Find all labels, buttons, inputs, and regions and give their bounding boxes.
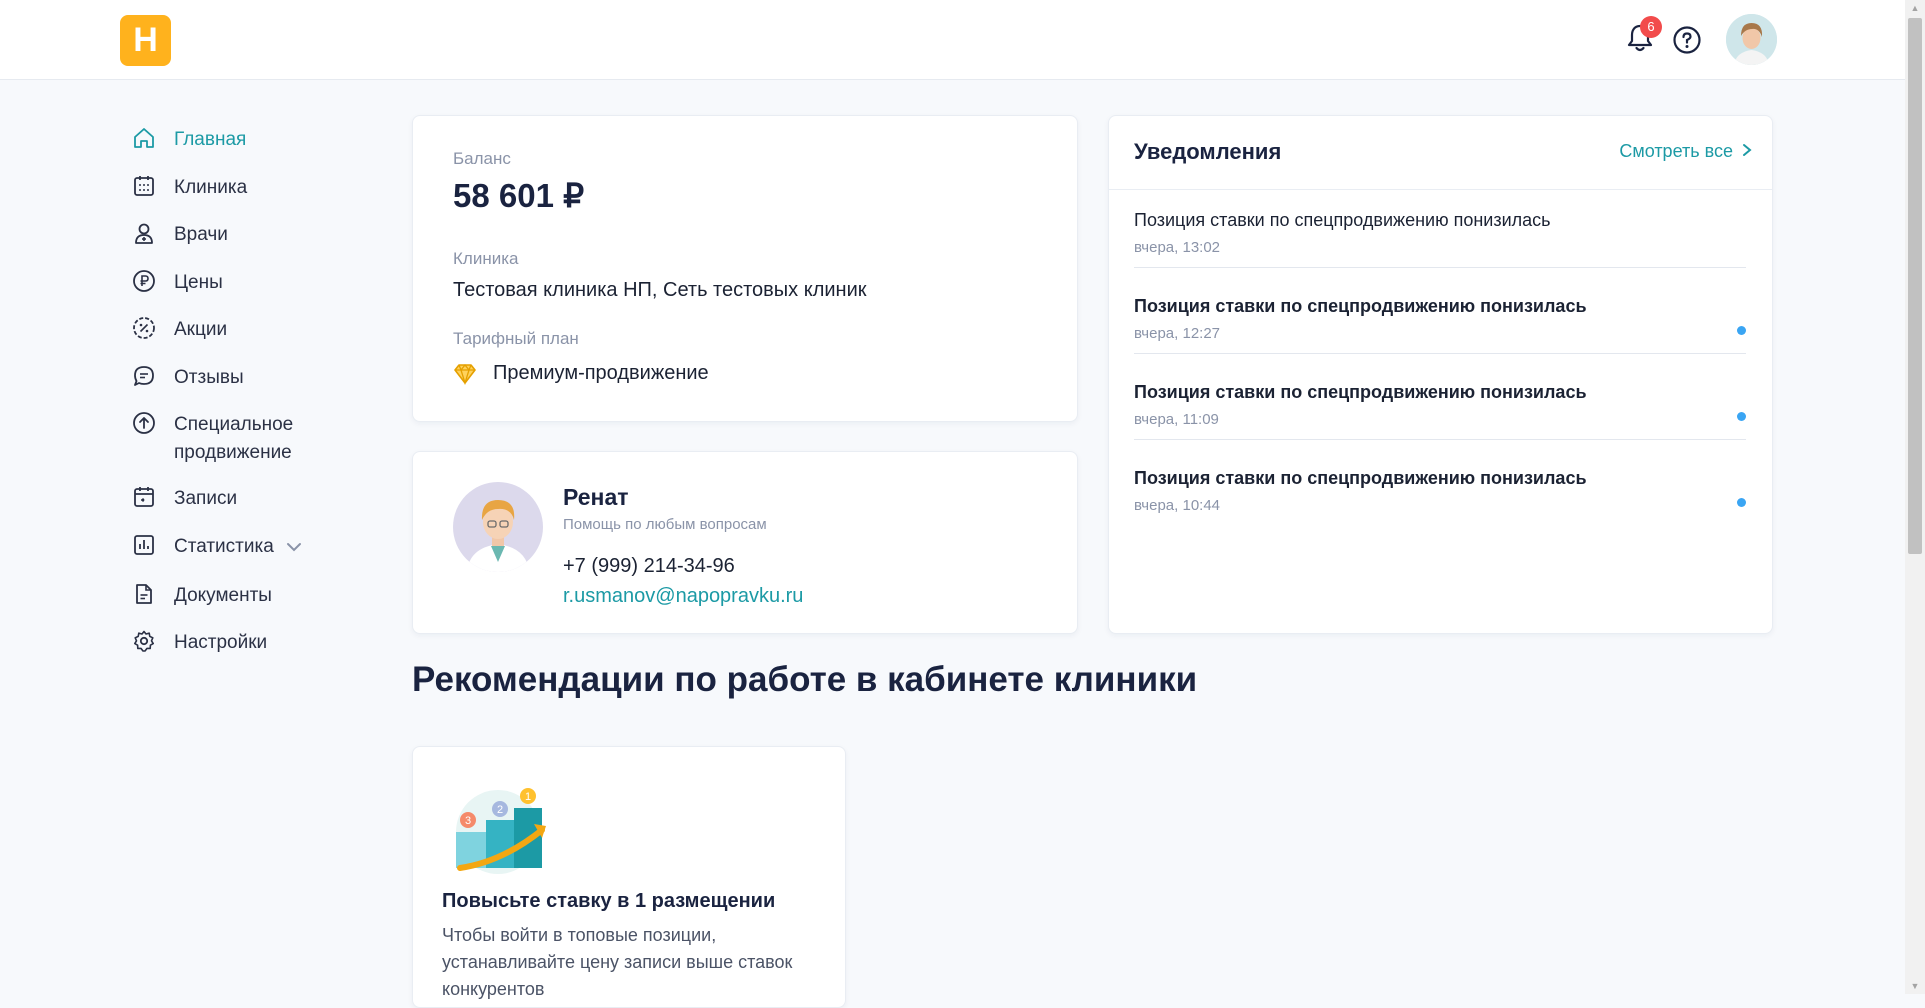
sidebar-item-label: Настройки	[174, 632, 268, 653]
clinic-icon	[134, 176, 154, 196]
chevron-down-icon[interactable]	[286, 541, 302, 553]
sidebar-item-prices[interactable]: Цены	[132, 269, 362, 297]
rank-label: 1	[525, 791, 531, 803]
top-bar: H 6	[0, 0, 1905, 80]
sidebar-item-label: Главная	[174, 129, 247, 150]
notification-text: Позиция ставки по спецпродвижению понизи…	[1134, 468, 1587, 488]
chat-icon	[134, 366, 154, 386]
sidebar-item-label: Акции	[174, 319, 228, 340]
sidebar-item-label: Врачи	[174, 224, 228, 245]
document-icon	[136, 584, 152, 604]
sidebar-item-promotions[interactable]: Акции	[132, 316, 362, 344]
rank-label: 3	[465, 815, 471, 827]
arrow-up-circle-icon	[133, 412, 155, 434]
notification-text: Позиция ставки по спецпродвижению понизи…	[1134, 296, 1587, 316]
notification-separator	[1134, 267, 1746, 268]
unread-dot	[1737, 326, 1746, 335]
sidebar-item-clinic[interactable]: Клиника	[132, 174, 362, 202]
notification-time: вчера, 12:27	[1134, 325, 1221, 342]
manager-phone[interactable]: +7 (999) 214-34-96	[563, 555, 735, 578]
sidebar-item-settings[interactable]: Настройки	[132, 629, 362, 657]
gear-icon	[134, 630, 154, 652]
notification-time: вчера, 13:02	[1134, 239, 1221, 256]
page-scrollbar[interactable]: ▲ ▼	[1905, 0, 1925, 994]
help-icon[interactable]	[1672, 25, 1702, 55]
rank-label: 2	[497, 804, 503, 816]
plan-label: Тарифный план	[453, 329, 579, 348]
recommendation-title: Повысьте ставку в 1 размещении	[442, 890, 776, 912]
manager-avatar	[453, 482, 543, 572]
unread-dot	[1737, 498, 1746, 507]
sidebar-item-label: Документы	[174, 585, 272, 606]
balance-card: Баланс 58 601 ₽ Клиника Тестовая клиника…	[412, 115, 1078, 422]
sidebar-item-appointments[interactable]: Записи	[132, 485, 362, 513]
clinic-value: Тестовая клиника НП, Сеть тестовых клини…	[453, 279, 867, 301]
chart-icon	[134, 535, 154, 555]
manager-email-link[interactable]: r.usmanov@napopravku.ru	[563, 585, 803, 608]
recommendations-title: Рекомендации по работе в кабинете клиник…	[412, 660, 1198, 699]
notification-item[interactable]: Позиция ставки по спецпродвижению понизи…	[1134, 382, 1746, 468]
notification-item[interactable]: Позиция ставки по спецпродвижению понизи…	[1134, 468, 1746, 554]
notification-text: Позиция ставки по спецпродвижению понизи…	[1134, 382, 1587, 402]
sidebar-item-statistics[interactable]: Статистика	[132, 533, 362, 561]
app-logo[interactable]: H	[120, 15, 171, 66]
sidebar-item-label: Цены	[174, 272, 223, 293]
notifications-card: Уведомления Смотреть все Позиция ставки …	[1108, 115, 1773, 634]
doctor-icon	[135, 223, 153, 244]
sidebar-item-doctors[interactable]: Врачи	[132, 221, 362, 249]
manager-card: Ренат Помощь по любым вопросам +7 (999) …	[412, 451, 1078, 634]
diamond-icon	[454, 363, 476, 385]
notification-item[interactable]: Позиция ставки по спецпродвижению понизи…	[1134, 210, 1746, 296]
scroll-up-icon[interactable]: ▲	[1905, 0, 1925, 16]
notification-separator	[1134, 353, 1746, 354]
user-avatar[interactable]	[1726, 14, 1777, 65]
notification-time: вчера, 11:09	[1134, 411, 1219, 428]
home-icon	[134, 128, 154, 148]
notification-item[interactable]: Позиция ставки по спецпродвижению понизи…	[1134, 296, 1746, 382]
notifications-divider	[1109, 189, 1772, 190]
clinic-label: Клиника	[453, 249, 519, 268]
notification-text: Позиция ставки по спецпродвижению понизи…	[1134, 210, 1551, 230]
notification-separator	[1134, 439, 1746, 440]
sidebar-item-label: Записи	[174, 488, 238, 509]
balance-label: Баланс	[453, 149, 511, 168]
view-all-label: Смотреть все	[1619, 141, 1733, 161]
view-all-link[interactable]: Смотреть все	[1619, 141, 1752, 162]
recommendation-text: Чтобы войти в топовые позиции, устанавли…	[442, 925, 793, 999]
recommendation-card[interactable]: 3 2 1 Повысьте ставку в 1 размещении Что…	[412, 746, 846, 1008]
ruble-icon	[133, 270, 155, 292]
sidebar-item-documents[interactable]: Документы	[132, 582, 362, 610]
sidebar-item-label: Отзывы	[174, 367, 244, 388]
percent-icon	[133, 317, 155, 339]
sidebar-item-label: Статистика	[174, 536, 274, 557]
sidebar-item-home[interactable]: Главная	[132, 126, 362, 154]
sidebar-item-label: Специальное продвижение	[174, 414, 294, 463]
scroll-thumb[interactable]	[1908, 18, 1922, 554]
unread-dot	[1737, 412, 1746, 421]
ranking-illustration: 3 2 1	[456, 788, 546, 874]
chevron-right-icon	[1743, 144, 1752, 156]
scroll-down-icon[interactable]: ▼	[1905, 978, 1925, 994]
sidebar-item-special-promotion[interactable]: Специальное продвижение	[132, 411, 362, 467]
sidebar-item-label: Клиника	[174, 177, 248, 198]
sidebar-item-reviews[interactable]: Отзывы	[132, 364, 362, 392]
notification-count-badge: 6	[1640, 16, 1662, 38]
notification-time: вчера, 10:44	[1134, 497, 1221, 514]
manager-name: Ренат	[563, 484, 629, 510]
notifications-title: Уведомления	[1134, 139, 1282, 164]
plan-value: Премиум-продвижение	[493, 362, 709, 384]
manager-subtitle: Помощь по любым вопросам	[563, 516, 767, 533]
balance-value: 58 601 ₽	[453, 177, 585, 214]
calendar-icon	[134, 487, 154, 507]
